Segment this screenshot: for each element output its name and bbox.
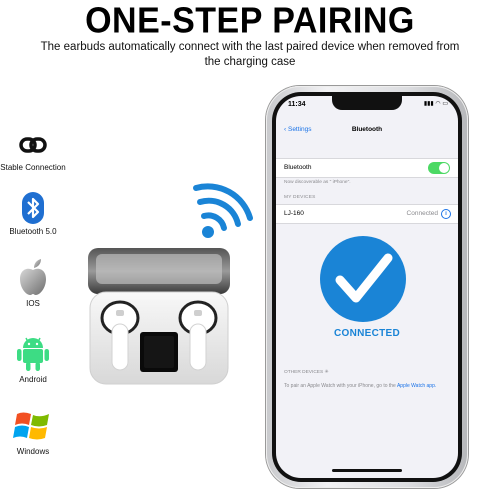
device-name: LJ-160 <box>284 210 304 217</box>
feature-stable-connection: Stable Connection <box>0 130 66 172</box>
bluetooth-row: Bluetooth <box>276 158 458 178</box>
feature-label: IOS <box>26 299 40 308</box>
device-status: Connected <box>406 210 438 217</box>
apple-icon <box>20 259 46 295</box>
phone-mockup: 11:34 ▮▮▮ ◠ ▭ ‹ Settings Bluetooth Bluet… <box>266 86 468 488</box>
feature-label: Windows <box>16 447 50 456</box>
earbuds-case-image <box>88 248 230 385</box>
link-icon <box>19 137 47 153</box>
bluetooth-toggle[interactable] <box>428 162 450 174</box>
subtitle-line-1: The earbuds automatically connect with t… <box>40 41 460 53</box>
nav-bar: ‹ Settings Bluetooth <box>276 121 458 141</box>
feature-ios: IOS <box>0 258 66 308</box>
feature-label: Android <box>19 375 47 384</box>
phone-bezel: 11:34 ▮▮▮ ◠ ▭ ‹ Settings Bluetooth Bluet… <box>272 92 462 482</box>
connected-banner: CONNECTED <box>333 328 401 339</box>
status-time: 11:34 <box>288 101 306 108</box>
info-icon[interactable]: i <box>441 209 451 219</box>
signal-waves-icon <box>193 183 253 238</box>
spinner-icon: ✳ <box>324 370 329 375</box>
other-devices-header: OTHER DEVICES ✳ <box>284 370 329 375</box>
feature-bluetooth: Bluetooth 5.0 <box>0 192 66 236</box>
pair-watch-note: To pair an Apple Watch with your iPhone,… <box>284 383 450 390</box>
phone-screen: 11:34 ▮▮▮ ◠ ▭ ‹ Settings Bluetooth Bluet… <box>276 96 458 478</box>
windows-icon <box>13 412 49 440</box>
phone-notch <box>332 96 402 110</box>
feature-label: Bluetooth 5.0 <box>9 227 57 236</box>
subtitle-line-2: the charging case <box>204 56 296 68</box>
device-row[interactable]: LJ-160 Connected i <box>276 204 458 224</box>
page-subtitle: The earbuds automatically connect with t… <box>0 40 500 70</box>
checkmark-icon <box>335 253 393 303</box>
bluetooth-icon <box>22 192 44 224</box>
discoverable-note: Now discoverable as " iPhone". <box>284 180 351 185</box>
status-icons: ▮▮▮ ◠ ▭ <box>424 100 448 107</box>
pair-note-text: To pair an Apple Watch with your iPhone,… <box>284 383 396 389</box>
my-devices-header: MY DEVICES <box>284 195 316 200</box>
apple-watch-app-link[interactable]: Apple Watch app. <box>397 383 436 389</box>
wifi-icon: ◠ <box>435 101 441 107</box>
battery-icon: ▭ <box>442 101 448 107</box>
home-indicator <box>332 469 402 472</box>
feature-windows: Windows <box>0 408 66 456</box>
bluetooth-label: Bluetooth <box>284 164 312 171</box>
feature-android: Android <box>0 334 66 384</box>
connected-check-badge <box>320 236 406 322</box>
feature-label: Stable Connection <box>0 163 66 172</box>
page-title: ONE-STEP PAIRING <box>85 1 415 41</box>
android-icon <box>17 337 49 371</box>
nav-title: Bluetooth <box>351 126 383 133</box>
signal-icon: ▮▮▮ <box>423 101 434 107</box>
other-devices-label: OTHER DEVICES <box>284 370 324 375</box>
